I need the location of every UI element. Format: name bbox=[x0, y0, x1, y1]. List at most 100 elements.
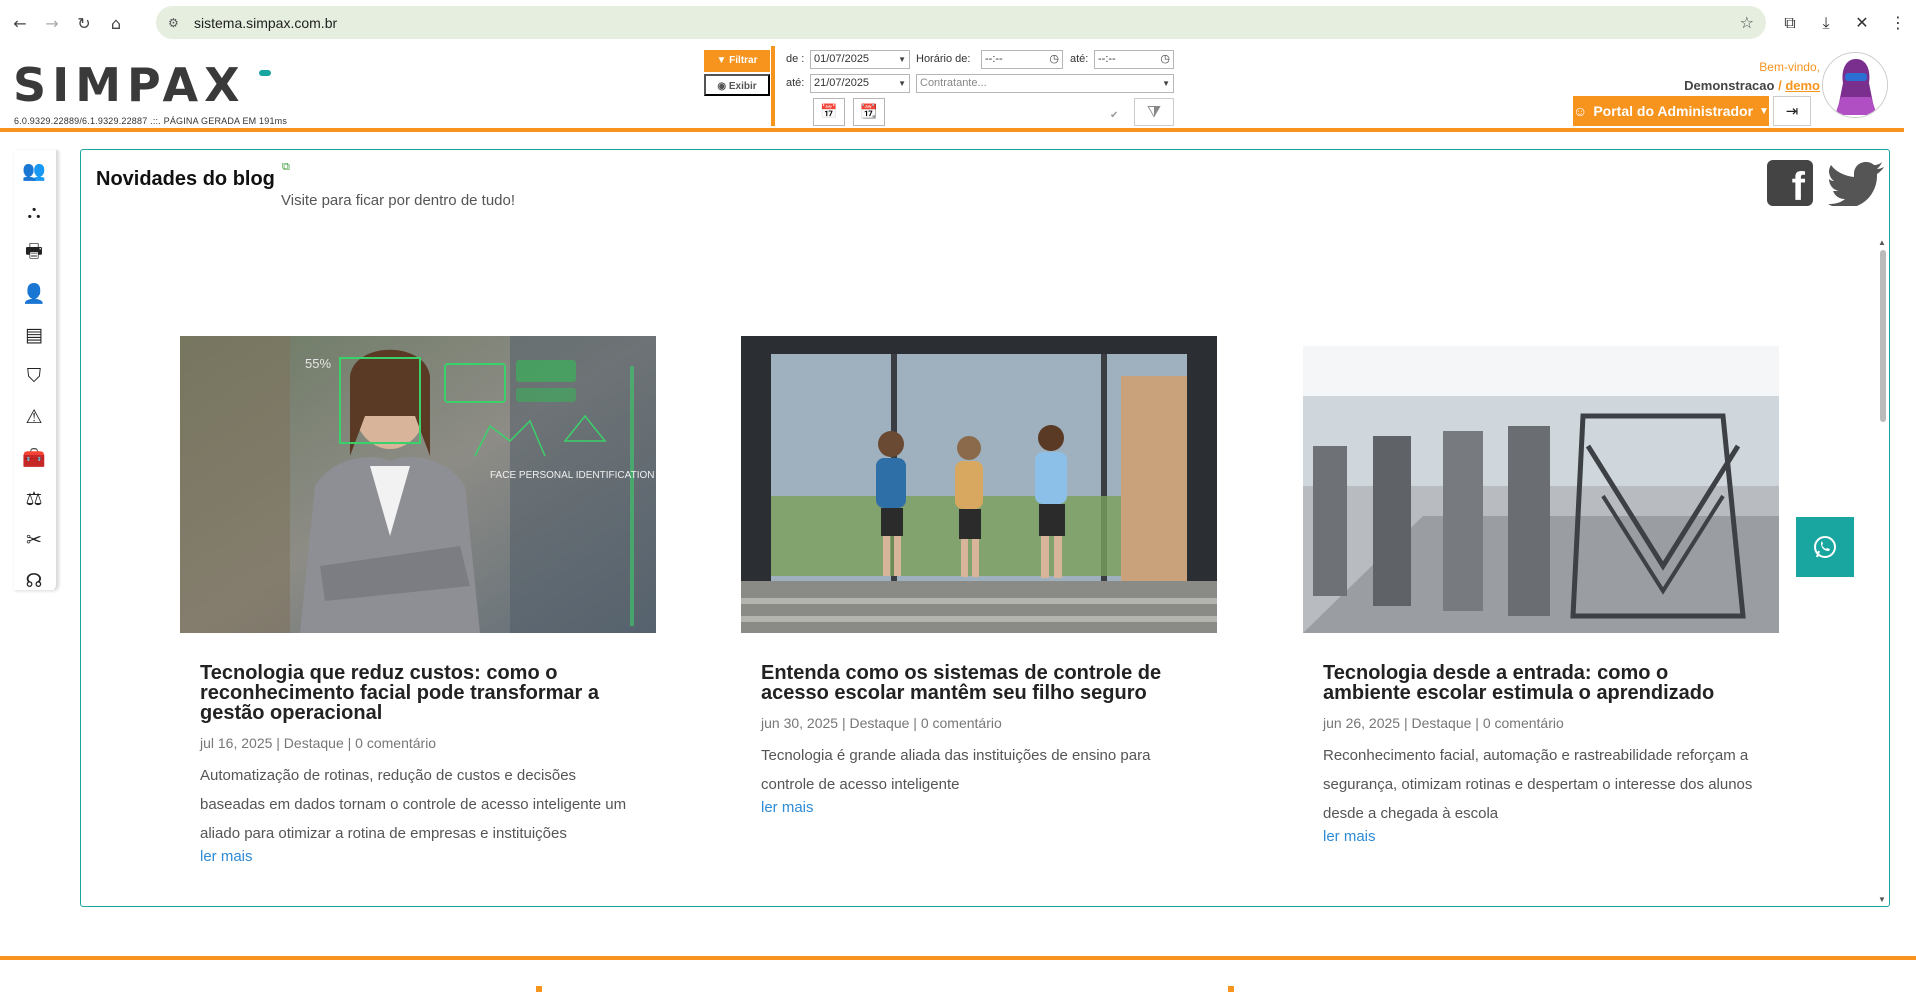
post-title[interactable]: Tecnologia desde a entrada: como o ambie… bbox=[1323, 663, 1759, 703]
date-from-label: de : bbox=[786, 53, 805, 65]
post-excerpt: Reconhecimento facial, automação e rastr… bbox=[1323, 747, 1753, 822]
post-title[interactable]: Tecnologia que reduz custos: como o reco… bbox=[200, 663, 636, 723]
filter-icon: ▼ bbox=[716, 55, 727, 66]
image-text-percent: 55% bbox=[305, 356, 331, 371]
date-to-value: 21/07/2025 bbox=[814, 77, 870, 89]
barrier-icon[interactable]: ▤ bbox=[14, 314, 54, 355]
contractor-select[interactable]: Contratante... ▼ bbox=[916, 74, 1174, 93]
chevron-down-icon: ▼ bbox=[898, 79, 906, 88]
reload-icon[interactable]: ↻ bbox=[68, 7, 100, 39]
footer-mark bbox=[536, 986, 542, 992]
calendar-up-button[interactable]: 📅 bbox=[813, 98, 845, 126]
face-recognition-illustration: 55% FACE PERSONAL IDENTIFICATION bbox=[180, 336, 656, 633]
post-image-school-access[interactable] bbox=[741, 336, 1217, 633]
forward-icon[interactable]: → bbox=[36, 7, 68, 39]
external-link-icon[interactable]: ⧉ bbox=[282, 160, 290, 174]
school-access-illustration bbox=[741, 336, 1217, 633]
admin-portal-button[interactable]: ☺ Portal do Administrador ▼ bbox=[1573, 96, 1769, 126]
scroll-down-icon[interactable]: ▼ bbox=[1878, 895, 1886, 904]
blog-panel: Novidades do blog ⧉ Visite para ficar po… bbox=[80, 149, 1890, 907]
bookmark-star-icon[interactable]: ☆ bbox=[1740, 13, 1754, 32]
whatsapp-button[interactable] bbox=[1796, 517, 1854, 577]
show-button[interactable]: ◉ Exibir bbox=[704, 74, 770, 96]
warning-icon[interactable]: ⚠ bbox=[14, 396, 54, 437]
blog-post-card[interactable]: Entenda como os sistemas de controle de … bbox=[741, 336, 1217, 817]
user-name: Demonstracao bbox=[1684, 78, 1775, 93]
facebook-icon[interactable]: f bbox=[1767, 160, 1813, 206]
url-text[interactable]: sistema.simpax.com.br bbox=[194, 15, 337, 31]
support-icon[interactable]: ☊ bbox=[14, 560, 54, 601]
filter-actions: ▼ Filtrar ◉ Exibir bbox=[704, 50, 770, 96]
post-excerpt: Automatização de rotinas, redução de cus… bbox=[200, 767, 627, 842]
extensions-icon[interactable]: ⧉ bbox=[1772, 13, 1808, 33]
date-to-label: até: bbox=[786, 77, 805, 89]
time-to-input[interactable]: --:-- ◷ bbox=[1094, 50, 1174, 69]
user-separator: / bbox=[1778, 78, 1782, 93]
read-more-link[interactable]: ler mais bbox=[761, 799, 814, 816]
clear-filter-icon: ⧩ bbox=[1146, 102, 1162, 121]
post-meta: jun 30, 2025 | Destaque | 0 comentário bbox=[761, 715, 1002, 731]
tools-icon[interactable]: ✂ bbox=[14, 519, 54, 560]
post-excerpt: Tecnologia é grande aliada das instituiç… bbox=[761, 747, 1151, 793]
calendar-down-button[interactable]: 📆 bbox=[853, 98, 885, 126]
date-from-input[interactable]: 01/07/2025 ▼ bbox=[810, 50, 910, 69]
welcome-text: Bem-vindo, bbox=[1759, 60, 1820, 74]
chevron-down-icon: ▼ bbox=[898, 55, 906, 64]
calendar-upload-icon: 📅 bbox=[820, 104, 838, 120]
time-from-value: --:-- bbox=[985, 53, 1003, 65]
sidebar: 👥 ⛬ 🖶 👤 ▤ ⛉ ⚠ 🧰 ⚖ ✂ ☊ bbox=[14, 150, 58, 592]
address-bar[interactable]: ⚙ sistema.simpax.com.br ☆ bbox=[156, 6, 1766, 39]
hierarchy-icon[interactable]: ⛬ bbox=[14, 191, 54, 232]
filter-button[interactable]: ▼ Filtrar bbox=[704, 50, 770, 72]
image-text-caption: FACE PERSONAL IDENTIFICATION bbox=[490, 470, 654, 481]
show-button-label: Exibir bbox=[728, 81, 757, 92]
avatar-illustration bbox=[1823, 53, 1887, 117]
logo-text: SIMPAX bbox=[13, 58, 246, 112]
user-login-link[interactable]: demo bbox=[1785, 78, 1820, 93]
date-to-input[interactable]: 21/07/2025 ▼ bbox=[810, 74, 910, 93]
toolbox-icon[interactable]: 🧰 bbox=[14, 437, 54, 478]
footer-mark bbox=[1228, 986, 1234, 992]
avatar[interactable] bbox=[1822, 52, 1888, 118]
people-icon[interactable]: 👥 bbox=[14, 150, 54, 191]
download-icon[interactable]: ⤓ bbox=[1808, 13, 1844, 33]
home-icon[interactable]: ⌂ bbox=[100, 7, 132, 39]
blog-post-card[interactable]: Tecnologia desde a entrada: como o ambie… bbox=[1303, 336, 1779, 846]
blog-post-card[interactable]: 55% FACE PERSONAL IDENTIFICATION Tecnolo… bbox=[180, 336, 656, 866]
whatsapp-icon bbox=[1814, 536, 1836, 558]
twitter-icon[interactable] bbox=[1828, 162, 1884, 206]
post-title[interactable]: Entenda como os sistemas de controle de … bbox=[761, 663, 1197, 703]
clock-icon: ◷ bbox=[1160, 52, 1170, 65]
footer-divider bbox=[0, 956, 1916, 960]
scales-icon[interactable]: ⚖ bbox=[14, 478, 54, 519]
post-image-face-recognition[interactable]: 55% FACE PERSONAL IDENTIFICATION bbox=[180, 336, 656, 633]
logout-icon: ⇥ bbox=[1785, 102, 1799, 120]
filter-separator bbox=[771, 46, 775, 126]
site-info-icon[interactable]: ⚙ bbox=[168, 16, 188, 30]
scrollbar[interactable]: ▲ ▼ bbox=[1877, 238, 1889, 906]
back-icon[interactable]: ← bbox=[4, 7, 36, 39]
time-from-label: Horário de: bbox=[916, 53, 971, 65]
scroll-thumb[interactable] bbox=[1880, 250, 1886, 422]
logout-button[interactable]: ⇥ bbox=[1773, 96, 1811, 126]
logo-dot-icon bbox=[259, 70, 271, 76]
header-divider bbox=[0, 128, 1904, 132]
time-from-input[interactable]: --:-- ◷ bbox=[981, 50, 1063, 69]
page-title: Novidades do blog bbox=[96, 168, 275, 190]
read-more-link[interactable]: ler mais bbox=[200, 848, 253, 865]
panel-subtitle: Visite para ficar por dentro de tudo! bbox=[281, 192, 516, 209]
devtools-icon[interactable]: ✕ bbox=[1844, 13, 1880, 32]
clock-icon: ◷ bbox=[1049, 52, 1059, 65]
calendar-download-icon: 📆 bbox=[860, 104, 878, 120]
simpax-logo[interactable]: SIMPAX bbox=[13, 62, 271, 108]
post-image-turnstiles[interactable] bbox=[1303, 336, 1779, 633]
printer-icon[interactable]: 🖶 bbox=[14, 232, 54, 273]
clear-filter-button[interactable]: ⧩ bbox=[1134, 98, 1174, 126]
read-more-link[interactable]: ler mais bbox=[1323, 828, 1376, 845]
user-clock-icon[interactable]: 👤 bbox=[14, 273, 54, 314]
masks-icon: ☺ bbox=[1573, 103, 1588, 119]
scroll-up-icon[interactable]: ▲ bbox=[1878, 238, 1886, 247]
date-from-value: 01/07/2025 bbox=[814, 53, 870, 65]
menu-kebab-icon[interactable]: ⋮ bbox=[1880, 13, 1916, 32]
shield-icon[interactable]: ⛉ bbox=[14, 355, 54, 396]
